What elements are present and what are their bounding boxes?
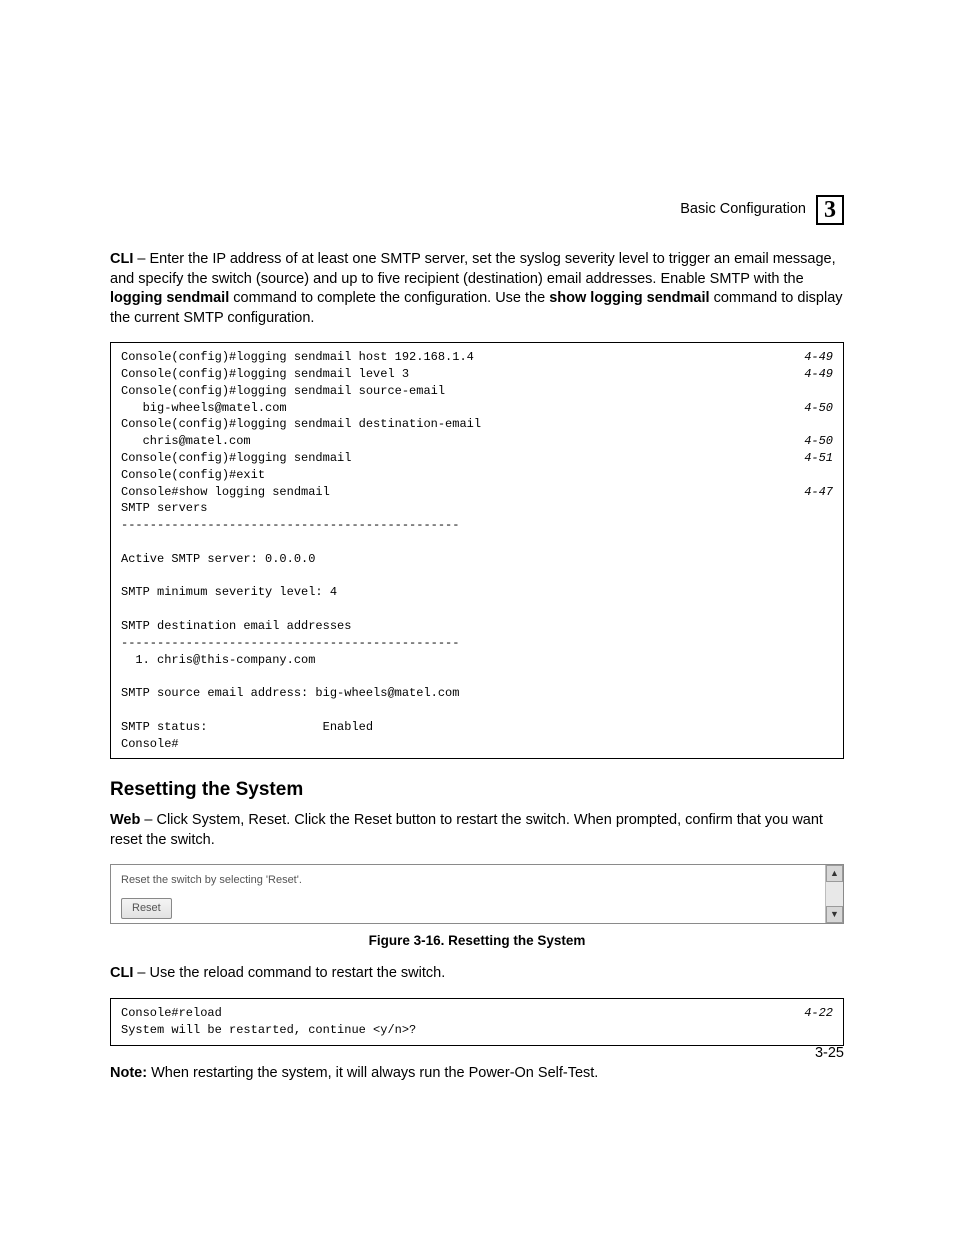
intro-text-2: command to complete the configuration. U… (229, 290, 549, 306)
chapter-badge: 3 (816, 195, 844, 225)
reset-button[interactable]: Reset (121, 898, 172, 919)
reset-instruction-text: Reset the switch by selecting 'Reset'. (121, 873, 833, 888)
cmd-show-logging-sendmail: show logging sendmail (549, 290, 709, 306)
scroll-up-icon[interactable]: ▲ (826, 865, 843, 882)
page-number: 3-25 (815, 1044, 844, 1064)
web-reset-screenshot: Reset the switch by selecting 'Reset'. R… (110, 864, 844, 924)
intro-paragraph: CLI – Enter the IP address of at least o… (110, 250, 844, 328)
page-content: CLI – Enter the IP address of at least o… (110, 250, 844, 1083)
page-header: Basic Configuration 3 (680, 195, 844, 225)
document-page: Basic Configuration 3 CLI – Enter the IP… (0, 0, 954, 1235)
scrollbar[interactable]: ▲ ▼ (825, 865, 843, 923)
note-paragraph: Note: When restarting the system, it wil… (110, 1064, 844, 1084)
cli-reload-paragraph: CLI – Use the reload command to restart … (110, 964, 844, 984)
note-label: Note: (110, 1065, 147, 1081)
cli-reload-text: – Use the reload command to restart the … (133, 965, 445, 981)
scroll-down-icon[interactable]: ▼ (826, 906, 843, 923)
section-heading-resetting: Resetting the System (110, 777, 844, 803)
cli-label-2: CLI (110, 965, 133, 981)
cli-output-block-1: Console(config)#logging sendmail host 19… (110, 342, 844, 759)
note-text: When restarting the system, it will alwa… (147, 1065, 598, 1081)
cli-output-block-2: Console#reload4-22System will be restart… (110, 998, 844, 1046)
web-paragraph: Web – Click System, Reset. Click the Res… (110, 811, 844, 850)
cli-label: CLI (110, 251, 133, 267)
figure-caption: Figure 3-16. Resetting the System (110, 932, 844, 950)
web-label: Web (110, 812, 140, 828)
header-section: Basic Configuration (680, 200, 806, 220)
intro-text-1: – Enter the IP address of at least one S… (110, 251, 836, 287)
web-text: – Click System, Reset. Click the Reset b… (110, 812, 823, 848)
cmd-logging-sendmail: logging sendmail (110, 290, 229, 306)
